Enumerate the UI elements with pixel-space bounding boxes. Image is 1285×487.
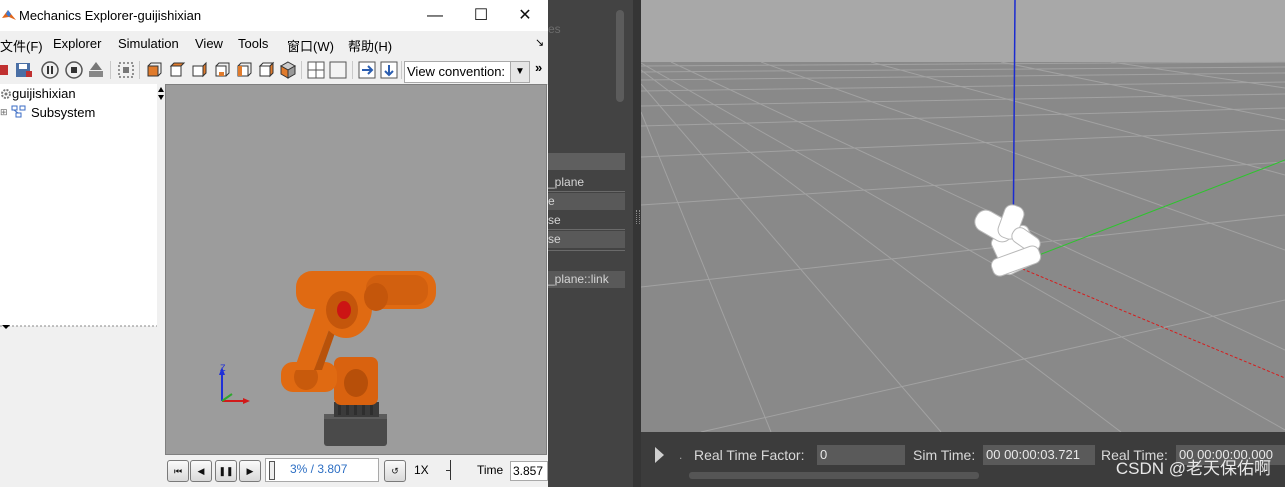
subsystem-icon [11, 105, 26, 118]
toolbar-separator [110, 61, 111, 79]
time-value-field[interactable]: 3.857 [510, 461, 548, 481]
tree-node-subsystem[interactable]: Subsystem [31, 105, 95, 120]
real-time-factor-value: 0 [817, 445, 905, 465]
panel-splitter[interactable] [633, 0, 641, 487]
watermark: CSDN @老天保佑啊 [1115, 459, 1271, 478]
speed-slider[interactable] [444, 460, 458, 480]
export-icon[interactable] [357, 60, 377, 80]
menu-explorer[interactable]: Explorer [53, 36, 101, 51]
top-view-icon[interactable] [189, 60, 209, 80]
back-view-icon[interactable] [167, 60, 187, 80]
panel-row[interactable]: _plane::link [548, 271, 625, 288]
panel-row[interactable]: e [548, 193, 625, 210]
minimize-button[interactable]: — [412, 0, 458, 31]
progress-handle[interactable] [269, 461, 275, 480]
model-tree: guijishixian ⊞ Subsystem [0, 84, 158, 326]
gazebo-3d-scene[interactable] [641, 0, 1285, 432]
bottom-view-icon[interactable] [212, 60, 232, 80]
view-convention-label: View convention: [407, 64, 506, 79]
menu-view[interactable]: View [195, 36, 223, 51]
pause-icon[interactable] [40, 60, 60, 80]
play-icon[interactable] [655, 447, 665, 463]
3d-viewport[interactable]: Z [165, 84, 547, 455]
view-convention-select[interactable]: View convention: ▼ [404, 61, 530, 83]
sim-time-label: Sim Time: [913, 447, 976, 463]
matlab-logo-icon [2, 10, 16, 20]
pause-button[interactable]: ❚❚ [215, 460, 237, 482]
real-time-factor-label: Real Time Factor: [694, 447, 805, 463]
panel-scrollbar[interactable] [616, 10, 624, 102]
model-icon[interactable] [86, 60, 106, 80]
sim-time-value: 00 00:00:03.721 [983, 445, 1095, 465]
save-icon[interactable] [14, 60, 34, 80]
four-view-layout-icon[interactable] [306, 60, 326, 80]
toolbar-separator [139, 61, 140, 79]
splitter-handle[interactable] [0, 324, 157, 330]
step-forward-button[interactable]: ▶ [239, 460, 261, 482]
chevron-down-icon[interactable]: ▼ [510, 62, 529, 82]
tree-node-root[interactable]: guijishixian [12, 86, 76, 101]
gear-icon [1, 89, 11, 99]
isometric-view-icon[interactable] [278, 60, 298, 80]
panel-divider [548, 250, 625, 251]
mechanics-explorer-window: Mechanics Explorer-guijishixian — ☐ ✕ 文件… [0, 0, 548, 487]
menu-window[interactable]: 窗口(W) [287, 36, 334, 55]
panel-row[interactable]: _plane [548, 174, 625, 192]
menu-dock-icon[interactable]: ↘ [535, 36, 544, 49]
close-button[interactable]: ✕ [502, 0, 548, 31]
panel-row[interactable]: se [548, 212, 625, 230]
toolbar-separator [301, 61, 302, 79]
z-axis-label: Z [220, 363, 226, 373]
speed-label: 1X [414, 463, 429, 477]
status-scrollbar[interactable] [689, 472, 979, 479]
title-bar: Mechanics Explorer-guijishixian — ☐ ✕ [0, 0, 548, 31]
maximize-button[interactable]: ☐ [458, 0, 504, 31]
toolbar-separator [401, 61, 402, 79]
step-indicator-icon: . [679, 448, 683, 462]
single-view-layout-icon[interactable] [328, 60, 348, 80]
panel-row[interactable]: se [548, 231, 625, 248]
panel-header-partial: es [548, 22, 561, 36]
progress-text: 3% / 3.807 [290, 462, 348, 476]
import-icon[interactable] [379, 60, 399, 80]
time-label: Time [477, 463, 504, 477]
robot-arm-render [219, 271, 436, 446]
front-view-icon[interactable] [144, 60, 164, 80]
stop-icon[interactable] [64, 60, 84, 80]
step-back-button[interactable]: ◀ [190, 460, 212, 482]
fit-view-icon[interactable] [116, 60, 136, 80]
menu-bar: 文件(F) Explorer Simulation View Tools 窗口(… [0, 33, 548, 55]
menu-simulation[interactable]: Simulation [118, 36, 179, 51]
left-view-icon[interactable] [234, 60, 254, 80]
loop-button[interactable]: ↺ [384, 460, 406, 482]
tree-scrollbar[interactable] [157, 84, 165, 326]
playback-bar: ⏮ ◀ ❚❚ ▶ 3% / 3.807 ↺ 1X Time 3.857 [165, 455, 548, 487]
menu-file[interactable]: 文件(F) [0, 36, 43, 55]
playback-progress[interactable]: 3% / 3.807 [265, 458, 379, 482]
panel-row[interactable] [548, 153, 625, 170]
skip-to-start-button[interactable]: ⏮ [167, 460, 189, 482]
toolbar-overflow-icon[interactable]: » [535, 60, 542, 75]
right-view-icon[interactable] [256, 60, 276, 80]
menu-tools[interactable]: Tools [238, 36, 268, 51]
menu-help[interactable]: 帮助(H) [348, 36, 392, 55]
expand-icon[interactable]: ⊞ [0, 107, 8, 118]
toolbar-separator [352, 61, 353, 79]
ground-grid [641, 0, 1285, 432]
window-title: Mechanics Explorer-guijishixian [19, 8, 202, 23]
